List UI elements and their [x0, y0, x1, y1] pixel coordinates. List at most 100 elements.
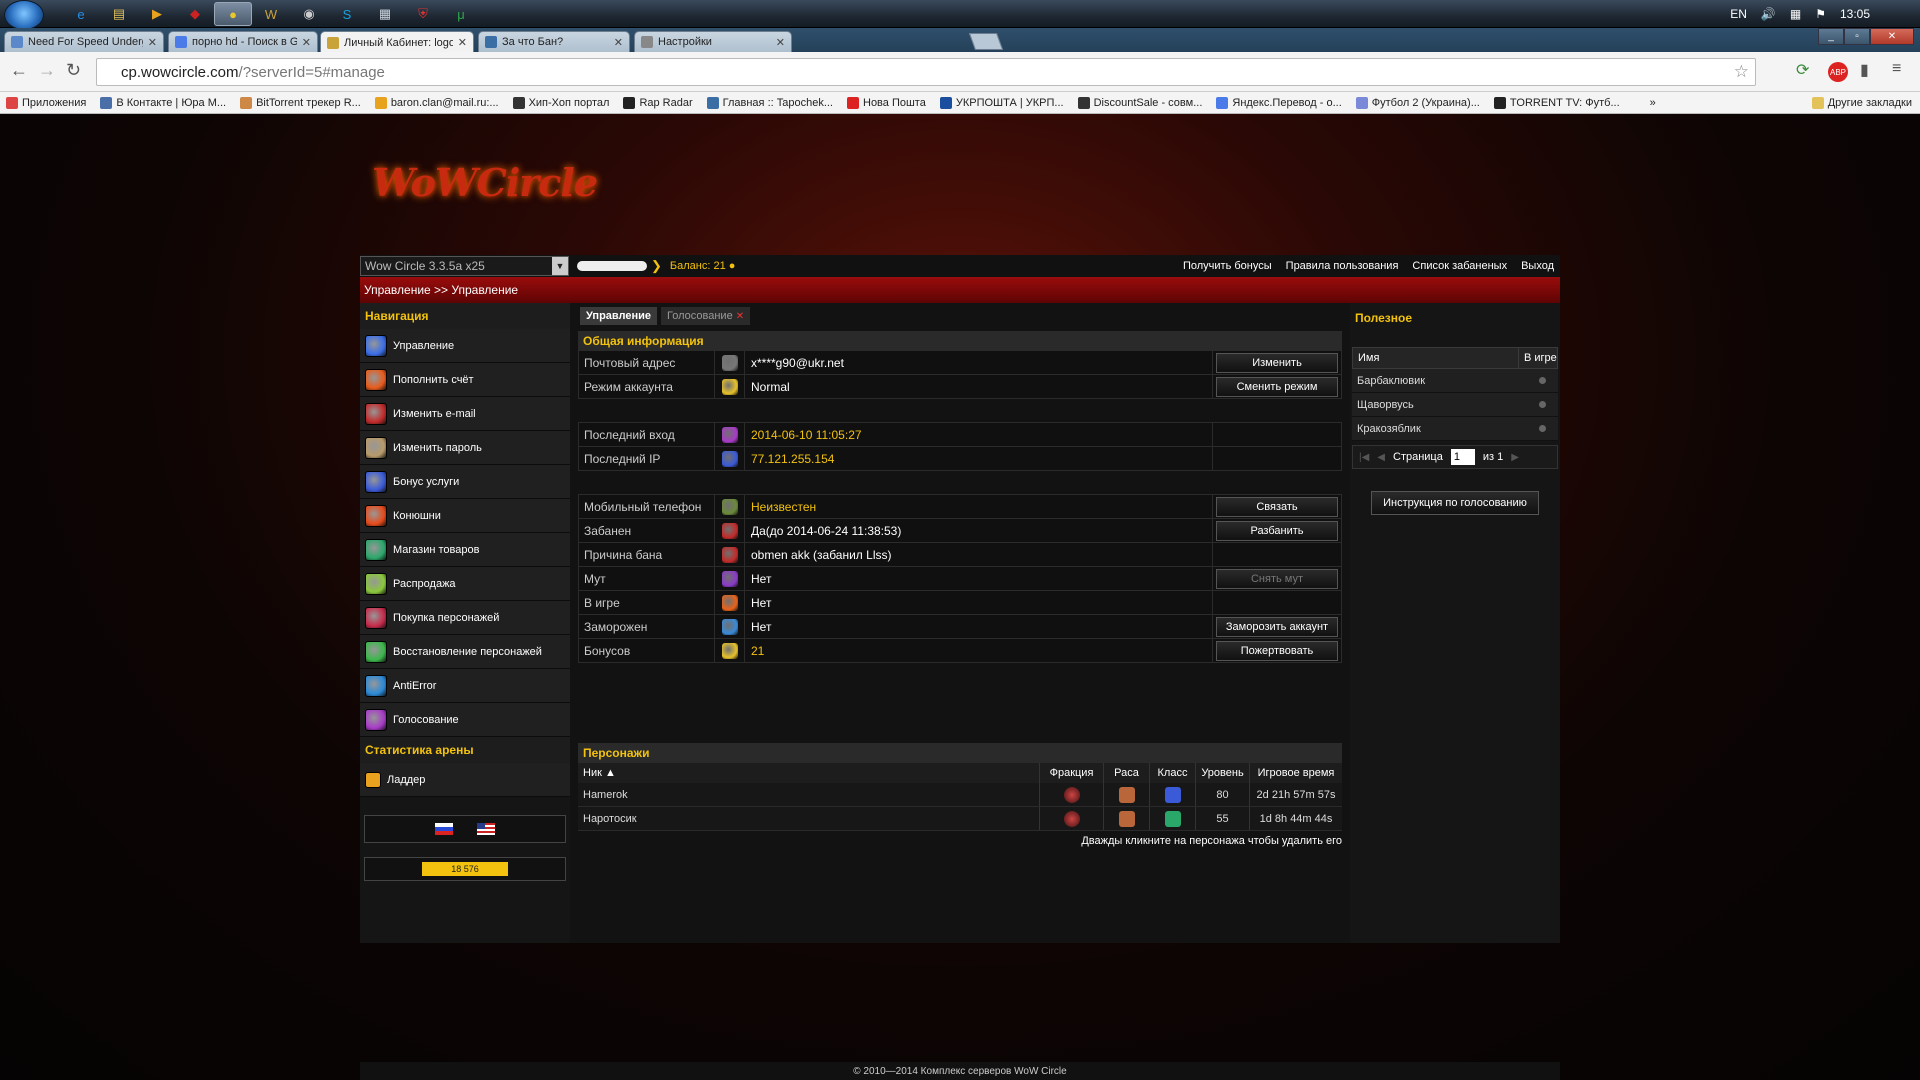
bookmark-item[interactable]: baron.clan@mail.ru:...	[374, 96, 499, 109]
characters-col-header[interactable]: Ник ▲	[578, 763, 1040, 783]
taskbar-media-icon[interactable]: ▶	[138, 2, 176, 26]
character-row[interactable]: Hamerok 80 2d 21h 57m 57s	[578, 783, 1342, 807]
info-action-button[interactable]: Изменить	[1216, 352, 1338, 373]
taskbar-ie-icon[interactable]: e	[62, 2, 100, 26]
characters-col-header[interactable]: Фракция	[1040, 763, 1104, 783]
tab-close-icon[interactable]: ✕	[776, 36, 785, 49]
bookmark-item[interactable]: Главная :: Tapochek...	[706, 96, 833, 109]
top-link[interactable]: Выход	[1521, 260, 1554, 272]
sidebar-item[interactable]: Изменить пароль	[360, 431, 570, 465]
characters-col-header[interactable]: Уровень	[1196, 763, 1250, 783]
info-action-button[interactable]: Пожертвовать	[1216, 640, 1338, 661]
bookmark-item[interactable]: Футбол 2 (Украина)...	[1355, 96, 1480, 109]
address-bar[interactable]: cp.wowcircle.com/?serverId=5#manage ☆	[96, 58, 1756, 86]
menu-icon[interactable]: ≡	[1892, 60, 1901, 78]
content-tab[interactable]: Управление	[580, 307, 658, 325]
browser-tab[interactable]: За что Бан? ✕	[478, 31, 630, 52]
sidebar-item[interactable]: AntiError	[360, 669, 570, 703]
sidebar-item[interactable]: Изменить e-mail	[360, 397, 570, 431]
bookmark-item[interactable]: DiscountSale - совм...	[1077, 96, 1202, 109]
taskbar-skype-icon[interactable]: S	[328, 2, 366, 26]
sidebar-item[interactable]: Голосование	[360, 703, 570, 737]
tab-close-icon[interactable]: ✕	[458, 36, 467, 49]
bookmark-star-icon[interactable]: ☆	[1734, 62, 1749, 82]
bookmark-item[interactable]: »	[1634, 97, 1656, 109]
character-row[interactable]: Наротосик 55 1d 8h 44m 44s	[578, 807, 1342, 831]
maximize-button[interactable]: ▫	[1844, 28, 1870, 45]
bookmark-item[interactable]: TORRENT TV: Футб...	[1493, 96, 1620, 109]
taskbar-app-red-icon[interactable]: ◆	[176, 2, 214, 26]
bookmark-item[interactable]: Rap Radar	[623, 96, 693, 109]
top-link[interactable]: Правила пользования	[1286, 260, 1399, 272]
sidebar-item[interactable]: Магазин товаров	[360, 533, 570, 567]
bookmark-item[interactable]: Яндекс.Перевод - о...	[1216, 96, 1342, 109]
minimize-button[interactable]: _	[1818, 28, 1844, 45]
bookmark-item[interactable]: Другие закладки	[1811, 96, 1912, 109]
info-action-button[interactable]: Сменить режим	[1216, 376, 1338, 397]
taskbar-shield-icon[interactable]: ⛨	[404, 2, 442, 26]
content-tab[interactable]: Голосование ✕	[661, 307, 751, 325]
counter-badge[interactable]: 18 576	[364, 857, 566, 881]
sidebar-item[interactable]: Бонус услуги	[360, 465, 570, 499]
top-link[interactable]: Список забаненых	[1412, 260, 1507, 272]
characters-col-header[interactable]: Класс	[1150, 763, 1196, 783]
characters-col-header[interactable]: Игровое время	[1250, 763, 1342, 783]
site-logo[interactable]: WoWCircle	[372, 160, 598, 240]
characters-col-header[interactable]: Раса	[1104, 763, 1150, 783]
col-ingame[interactable]: В игре	[1519, 348, 1557, 368]
tab-close-icon[interactable]: ✕	[148, 36, 157, 49]
taskbar-wow-icon[interactable]: W	[252, 2, 290, 26]
server-select[interactable]: Wow Circle 3.3.5a x25 ▼	[360, 256, 569, 276]
network-icon[interactable]: ▦	[1790, 7, 1801, 21]
bookmark-item[interactable]: Приложения	[6, 96, 86, 109]
friend-row[interactable]: Кракозяблик	[1352, 417, 1558, 441]
browser-tab[interactable]: порно hd - Поиск в Goog ✕	[168, 31, 318, 52]
sync-icon[interactable]: ⟳	[1796, 60, 1809, 80]
page-input[interactable]: 1	[1450, 449, 1475, 465]
language-indicator[interactable]: EN	[1730, 7, 1747, 21]
clock[interactable]: 13:05	[1840, 7, 1870, 21]
sidebar-item[interactable]: Восстановление персонажей	[360, 635, 570, 669]
bookmark-item[interactable]: В Контакте | Юра М...	[100, 96, 226, 109]
prev-page-icon[interactable]: ◀	[1377, 452, 1385, 463]
friend-row[interactable]: Барбаклювик	[1352, 369, 1558, 393]
extension-icon[interactable]: ▮	[1860, 60, 1869, 80]
next-page-icon[interactable]: ▶	[1511, 452, 1519, 463]
bookmark-item[interactable]: УКРПОШТА | УКРП...	[939, 96, 1064, 109]
sidebar-item[interactable]: Конюшни	[360, 499, 570, 533]
tab-close-icon[interactable]: ✕	[736, 311, 744, 322]
info-action-button[interactable]: Снять мут	[1216, 568, 1338, 589]
browser-tab[interactable]: Настройки ✕	[634, 31, 792, 52]
sidebar-item[interactable]: Покупка персонажей	[360, 601, 570, 635]
flag-icon[interactable]: ⚑	[1815, 7, 1826, 21]
taskbar-utorrent-icon[interactable]: μ	[442, 2, 480, 26]
chevron-down-icon[interactable]: ▼	[552, 257, 568, 275]
browser-tab[interactable]: Need For Speed Undergro ✕	[4, 31, 164, 52]
sidebar-item[interactable]: Пополнить счёт	[360, 363, 570, 397]
col-name[interactable]: Имя	[1353, 348, 1519, 368]
adblock-icon[interactable]: ABP	[1828, 62, 1848, 82]
browser-tab[interactable]: Личный Кабинет: logon. ✕	[320, 31, 474, 53]
taskbar-steam-icon[interactable]: ◉	[290, 2, 328, 26]
info-action-button[interactable]: Разбанить	[1216, 520, 1338, 541]
first-page-icon[interactable]: |◀	[1359, 452, 1369, 463]
taskbar-notepad-icon[interactable]: ▦	[366, 2, 404, 26]
top-link[interactable]: Получить бонусы	[1183, 260, 1272, 272]
bookmark-item[interactable]: BitTorrent трекер R...	[240, 96, 361, 109]
sidebar-item[interactable]: Управление	[360, 329, 570, 363]
start-button[interactable]	[4, 0, 44, 30]
info-action-button[interactable]: Заморозить аккаунт	[1216, 616, 1338, 637]
sidebar-item-ladder[interactable]: Ладдер	[360, 763, 570, 797]
bookmark-item[interactable]: Нова Пошта	[847, 96, 926, 109]
sidebar-item[interactable]: Распродажа	[360, 567, 570, 601]
tab-close-icon[interactable]: ✕	[302, 36, 311, 49]
volume-icon[interactable]: 🔊	[1761, 7, 1776, 21]
vote-instruction-button[interactable]: Инструкция по голосованию	[1371, 491, 1539, 515]
new-tab-button[interactable]	[968, 33, 1004, 50]
friend-row[interactable]: Щаворвусь	[1352, 393, 1558, 417]
tab-close-icon[interactable]: ✕	[614, 36, 623, 49]
us-flag-icon[interactable]	[477, 823, 495, 835]
info-action-button[interactable]: Связать	[1216, 496, 1338, 517]
close-window-button[interactable]: ✕	[1870, 28, 1914, 45]
taskbar-explorer-icon[interactable]: ▤	[100, 2, 138, 26]
